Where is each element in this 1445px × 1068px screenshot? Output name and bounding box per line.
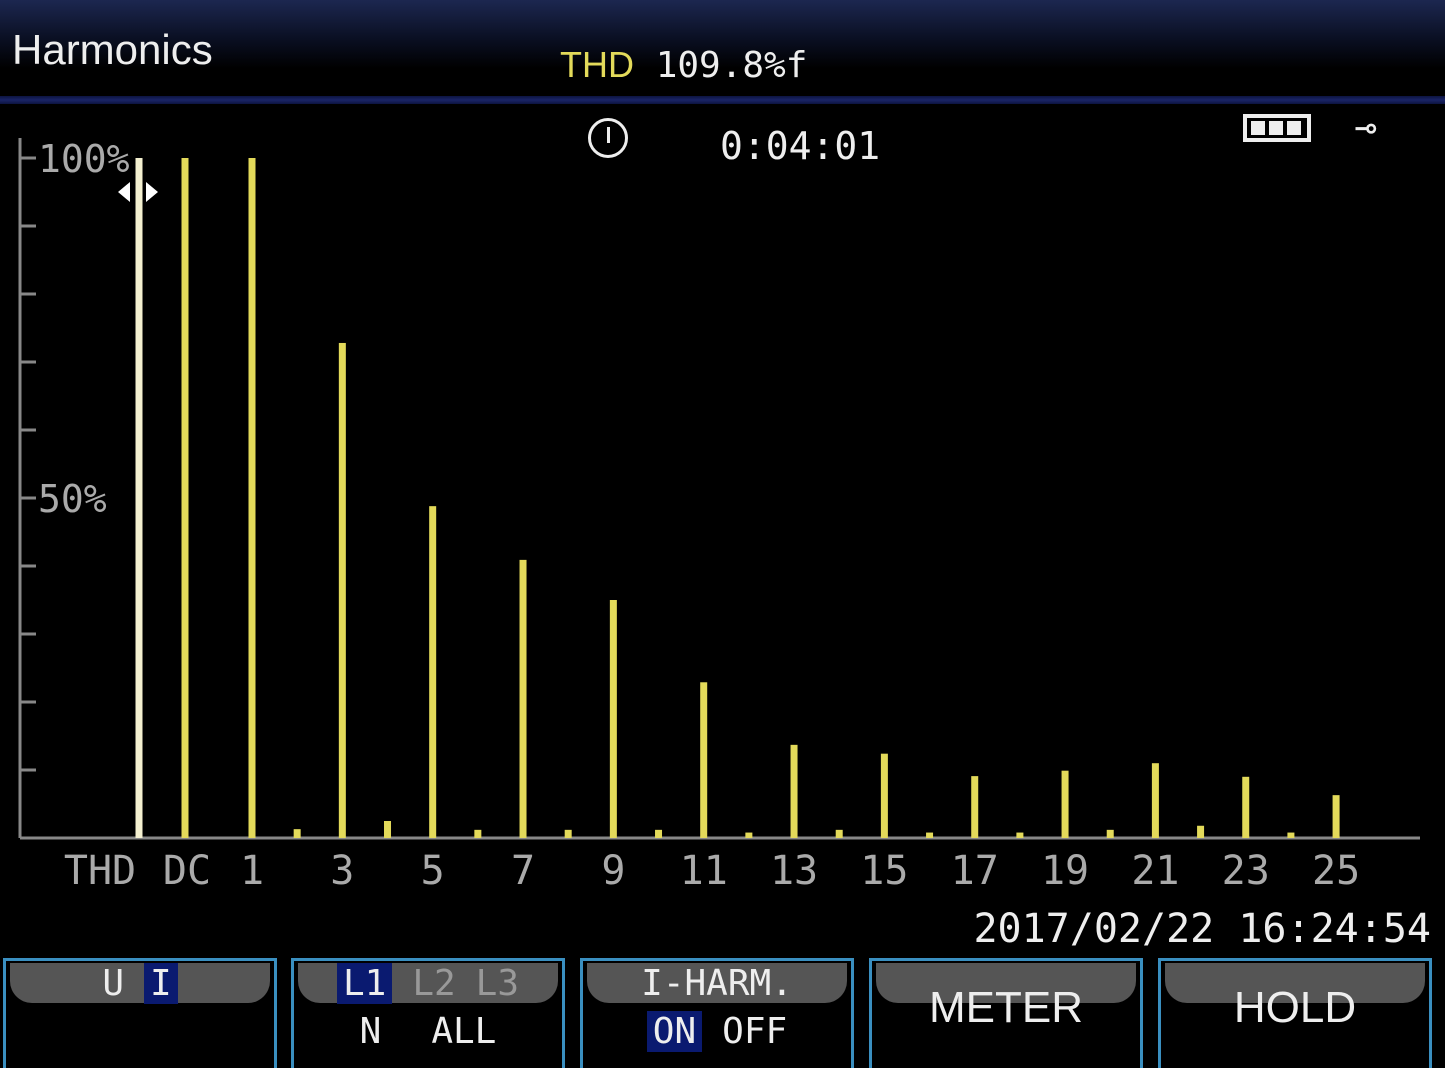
harmonics-chart: 100%50%THD DC 1 3 5 7 9 11 13 15 17 19 21 23 25 [18, 137, 1420, 894]
option-all[interactable]: ALL [431, 1011, 496, 1052]
bar-15 [880, 753, 888, 838]
x-tick-label: DC [163, 848, 211, 894]
option-off[interactable]: OFF [722, 1011, 787, 1052]
phase-select-button[interactable]: L1 L2 L3 N ALL [291, 958, 565, 1068]
bar-20 [1106, 829, 1114, 838]
bar-23 [1242, 776, 1250, 838]
bar-DC [181, 158, 189, 838]
bar-THD [135, 158, 143, 838]
meter-button[interactable]: METER [869, 958, 1143, 1068]
bar-9 [609, 600, 617, 838]
x-tick-label: 13 [770, 848, 818, 894]
u-i-toggle-button[interactable]: UI [3, 958, 277, 1068]
x-tick-label: 21 [1131, 848, 1179, 894]
x-tick-label: 1 [240, 848, 264, 894]
option-on[interactable]: ON [646, 1011, 703, 1052]
y-tick-label: 50% [38, 477, 107, 521]
bar-11 [700, 682, 708, 838]
x-tick-label: 11 [680, 848, 728, 894]
bar-2 [293, 829, 301, 838]
bar-13 [790, 744, 798, 838]
bar-6 [474, 829, 482, 838]
option-i[interactable]: I [144, 962, 178, 1004]
x-tick-label: 19 [1041, 848, 1089, 894]
x-tick-label: 15 [860, 848, 908, 894]
bar-3 [338, 342, 346, 838]
bar-8 [564, 829, 572, 838]
x-tick-label: 3 [330, 848, 354, 894]
bar-22 [1197, 825, 1205, 838]
i-harm-label: I-HARM. [641, 962, 793, 1004]
meter-label: METER [929, 983, 1083, 1032]
bar-7 [519, 559, 527, 838]
option-l2[interactable]: L2 [412, 963, 455, 1004]
option-l3[interactable]: L3 [476, 963, 519, 1004]
bar-1 [248, 158, 256, 838]
x-tick-label: 9 [601, 848, 625, 894]
bar-18 [1016, 832, 1024, 838]
option-u[interactable]: U [102, 963, 124, 1004]
x-tick-label: 17 [951, 848, 999, 894]
y-tick-label: 100% [38, 137, 130, 181]
x-tick-label: THD [64, 848, 136, 894]
hold-label: HOLD [1233, 983, 1357, 1032]
bar-21 [1151, 763, 1159, 838]
option-l1[interactable]: L1 [336, 962, 393, 1004]
option-n[interactable]: N [360, 1011, 382, 1052]
bar-25 [1332, 795, 1340, 838]
bar-17 [971, 776, 979, 838]
hold-button[interactable]: HOLD [1158, 958, 1432, 1068]
bar-16 [926, 832, 934, 838]
x-tick-label: 7 [511, 848, 535, 894]
bar-19 [1061, 770, 1069, 838]
x-tick-label: 25 [1312, 848, 1360, 894]
bar-14 [835, 829, 843, 838]
timestamp: 2017/02/22 16:24:54 [973, 906, 1431, 952]
bar-5 [429, 506, 437, 838]
bar-4 [384, 821, 392, 838]
bar-10 [655, 829, 663, 838]
x-tick-label: 5 [421, 848, 445, 894]
bar-24 [1287, 832, 1295, 838]
x-tick-label: 23 [1222, 848, 1270, 894]
bar-12 [745, 832, 753, 838]
i-harm-button[interactable]: I-HARM. ON OFF [580, 958, 854, 1068]
